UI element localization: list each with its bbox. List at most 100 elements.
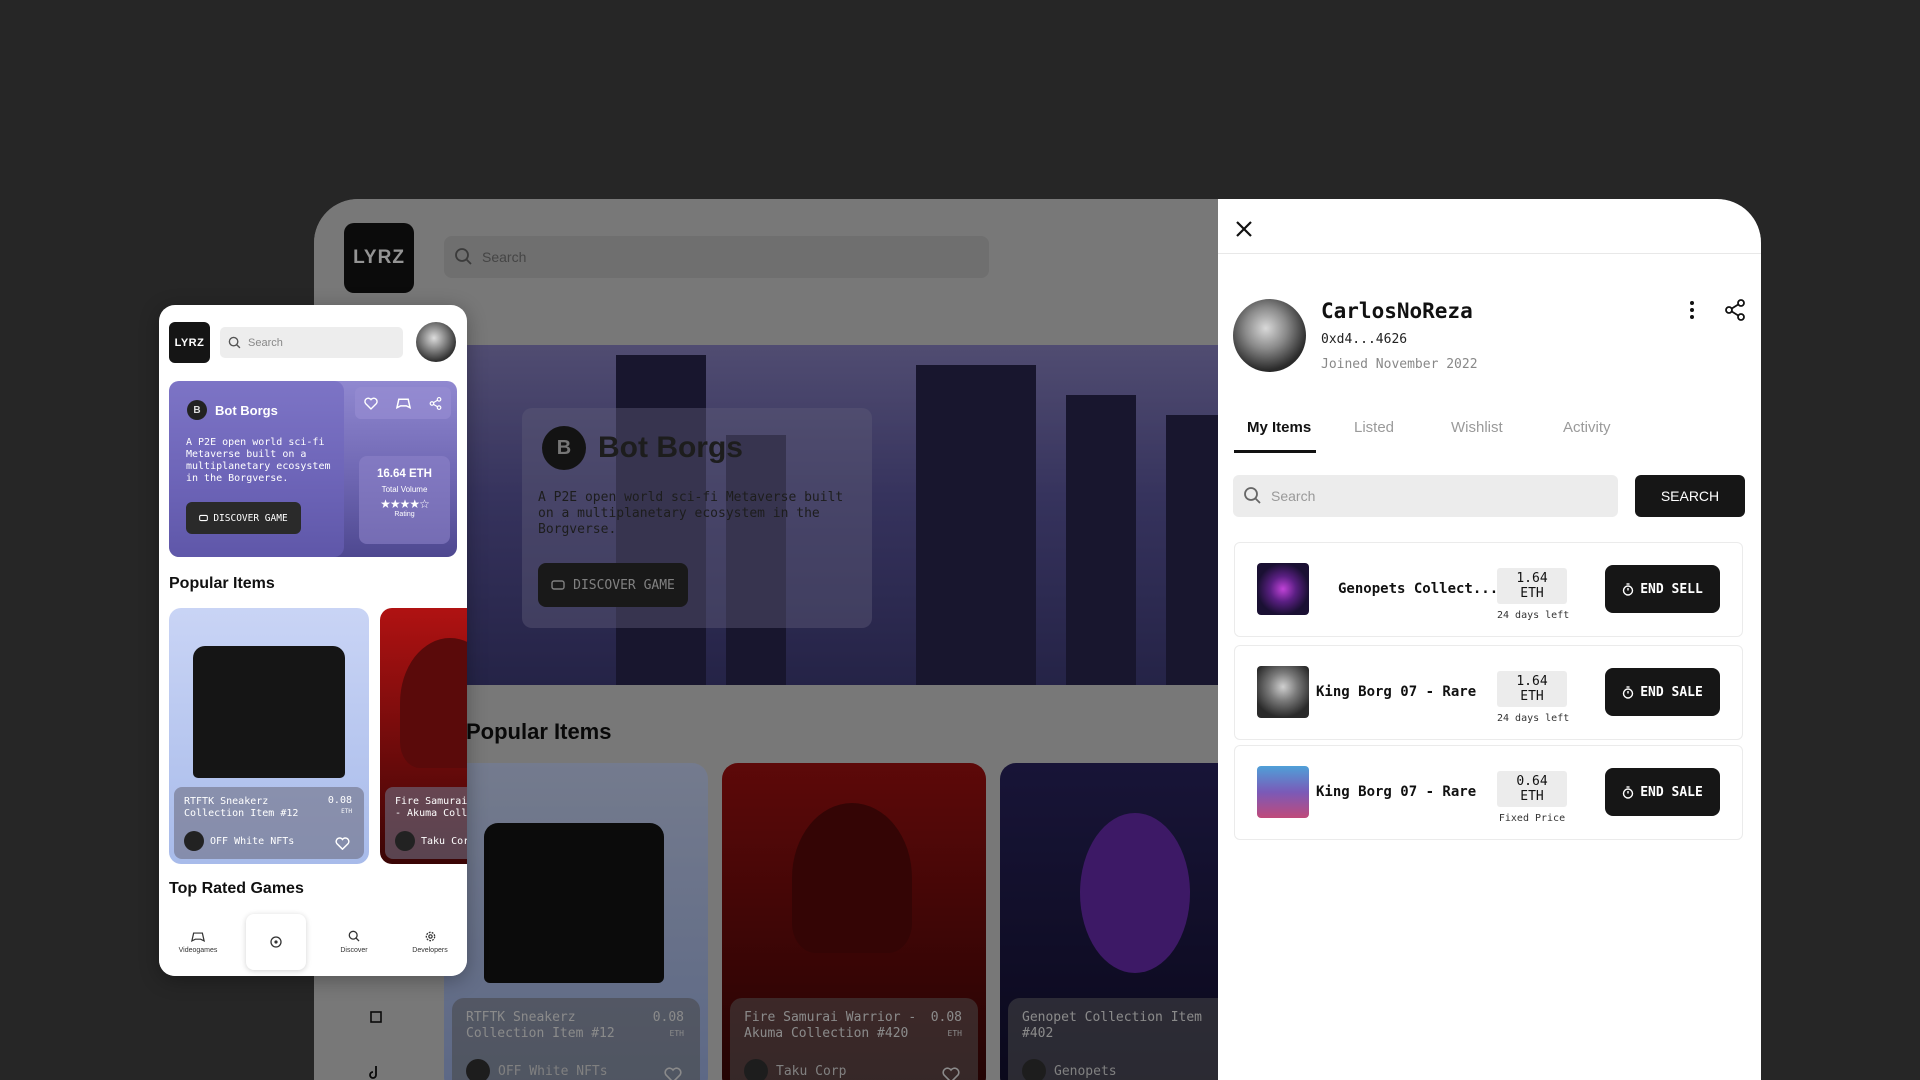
mobile-discover-label: DISCOVER GAME: [213, 512, 288, 524]
heart-icon[interactable]: [335, 837, 350, 850]
heart-icon[interactable]: [942, 1067, 960, 1080]
desktop-logo[interactable]: LYRZ: [344, 223, 414, 293]
heart-icon[interactable]: [664, 1067, 682, 1080]
tab-listed[interactable]: Listed: [1354, 419, 1394, 436]
item-price-unit: ETH: [669, 1029, 684, 1038]
item-price: 1.64 ETH: [1497, 568, 1567, 604]
tab-wishlist[interactable]: Wishlist: [1451, 419, 1503, 436]
owned-item-row[interactable]: King Borg 07 - Rare 1.64 ETH 24 days lef…: [1234, 645, 1743, 740]
search-icon: [1244, 487, 1261, 504]
item-price: 1.64 ETH: [1497, 671, 1567, 707]
desktop-hero-card: B Bot Borgs A P2E open world sci-fi Meta…: [522, 408, 872, 628]
owner-avatar: [466, 1059, 490, 1080]
item-artwork: [1080, 813, 1190, 973]
desktop-discover-label: DISCOVER GAME: [573, 577, 675, 593]
share-icon[interactable]: [429, 396, 442, 410]
item-owner: Taku Corp: [421, 835, 467, 847]
nav-home[interactable]: [246, 914, 306, 970]
item-owner: Taku Corp: [776, 1063, 847, 1079]
avatar[interactable]: [416, 322, 456, 362]
nav-discover[interactable]: Discover: [324, 914, 384, 970]
owned-item-row[interactable]: Genopets Collect... 1.64 ETH 24 days lef…: [1234, 542, 1743, 637]
owner-avatar: [1022, 1059, 1046, 1080]
item-artwork: [400, 638, 467, 768]
items-search-placeholder: Search: [1271, 488, 1316, 504]
panel-header: [1218, 199, 1761, 254]
item-price: 0.08: [652, 1010, 684, 1025]
item-thumbnail: [1257, 766, 1309, 818]
user-joined-date: Joined November 2022: [1321, 357, 1478, 372]
close-icon[interactable]: [1232, 217, 1256, 241]
nav-developers-label: Developers: [412, 947, 448, 954]
item-price: 0.08: [930, 1010, 962, 1025]
item-owner: Genopets: [1054, 1063, 1117, 1079]
owned-item-row[interactable]: King Borg 07 - Rare 0.64 ETH Fixed Price…: [1234, 745, 1743, 840]
item-price-status: 24 days left: [1497, 713, 1570, 724]
mobile-hero-title: Bot Borgs: [215, 402, 278, 418]
mobile-hero-stats: 16.64 ETH Total Volume ★★★★☆ Rating: [359, 456, 450, 544]
mobile-search-placeholder: Search: [248, 336, 283, 349]
mobile-discover-game-button[interactable]: DISCOVER GAME: [186, 502, 301, 534]
item-thumbnail: [1257, 666, 1309, 718]
item-name: RTFTK Sneakerz Collection Item #12: [466, 1010, 615, 1041]
rating-label: Rating: [394, 511, 415, 518]
item-name: Fire Samurai Warrior - Akuma Collection: [395, 796, 467, 819]
gear-icon: [425, 931, 435, 942]
desktop-hero-title: Bot Borgs: [598, 431, 743, 464]
game-logo-badge: B: [187, 400, 207, 420]
more-vertical-icon[interactable]: [1682, 299, 1702, 321]
mobile-hero-actions: [355, 387, 451, 419]
item-artwork: [792, 803, 912, 953]
twitch-icon[interactable]: [369, 1011, 383, 1025]
gamepad-icon: [191, 931, 205, 942]
item-price-unit: ETH: [341, 808, 352, 815]
end-sale-button[interactable]: END SALE: [1605, 768, 1720, 816]
mobile-item-card[interactable]: RTFTK Sneakerz Collection Item #12 0.08 E…: [169, 608, 369, 864]
items-search-input[interactable]: Search: [1233, 475, 1618, 517]
profile-panel: CarlosNoReza 0xd4...4626 Joined November…: [1218, 199, 1761, 1080]
mobile-bottom-nav: Videogames Discover Developers: [159, 910, 467, 976]
mobile-logo[interactable]: LYRZ: [169, 322, 210, 363]
owner-avatar: [744, 1059, 768, 1080]
desktop-item-card[interactable]: RTFTK Sneakerz Collection Item #12 0.08 E…: [444, 763, 708, 1080]
total-volume-label: Total Volume: [381, 485, 428, 494]
item-price: 0.08: [327, 795, 352, 806]
mobile-hero-banner: B Bot Borgs A P2E open world sci-fi Meta…: [169, 381, 457, 557]
owner-avatar: [395, 831, 415, 851]
heart-icon[interactable]: [364, 397, 378, 410]
share-icon[interactable]: [1724, 299, 1746, 321]
mobile-hero-description: A P2E open world sci-fi Metaverse built …: [186, 437, 331, 484]
item-name: King Borg 07 - Rare: [1316, 684, 1477, 700]
end-sell-label: END SELL: [1640, 581, 1703, 597]
tab-activity[interactable]: Activity: [1563, 419, 1611, 436]
item-name: Fire Samurai Warrior - Akuma Collection …: [744, 1010, 917, 1041]
user-address[interactable]: 0xd4...4626: [1321, 332, 1407, 347]
gamepad-icon[interactable]: [396, 397, 411, 410]
desktop-discover-game-button[interactable]: DISCOVER GAME: [538, 563, 688, 607]
desktop-item-card[interactable]: Fire Samurai Warrior - Akuma Collection …: [722, 763, 986, 1080]
end-sell-button[interactable]: END SELL: [1605, 565, 1720, 613]
item-price-status: 24 days left: [1497, 610, 1570, 621]
nav-developers[interactable]: Developers: [400, 914, 460, 970]
tab-my-items[interactable]: My Items: [1247, 419, 1311, 436]
desktop-search-input[interactable]: Search: [444, 236, 989, 278]
item-name: Genopets Collect...: [1338, 581, 1499, 597]
mobile-item-card[interactable]: Fire Samurai Warrior - Akuma Collection …: [380, 608, 467, 864]
rating-stars: ★★★★☆: [380, 497, 430, 511]
tiktok-icon[interactable]: [369, 1065, 383, 1079]
city-building: [1066, 395, 1136, 685]
mobile-screen: LYRZ Search B Bot Borgs A P2E open world…: [159, 305, 467, 976]
end-sale-button[interactable]: END SALE: [1605, 668, 1720, 716]
mobile-search-input[interactable]: Search: [220, 327, 403, 358]
timer-icon: [1622, 785, 1634, 799]
item-price-status: Fixed Price: [1498, 813, 1566, 824]
item-name: Genopet Collection Item #402: [1022, 1010, 1203, 1041]
gamepad-icon: [551, 580, 565, 590]
desktop-search-placeholder: Search: [482, 249, 527, 265]
owner-avatar: [184, 831, 204, 851]
nav-discover-label: Discover: [340, 947, 368, 954]
search-button[interactable]: SEARCH: [1635, 475, 1745, 517]
nav-videogames[interactable]: Videogames: [168, 914, 228, 970]
search-icon: [455, 248, 472, 265]
timer-icon: [1622, 685, 1634, 699]
